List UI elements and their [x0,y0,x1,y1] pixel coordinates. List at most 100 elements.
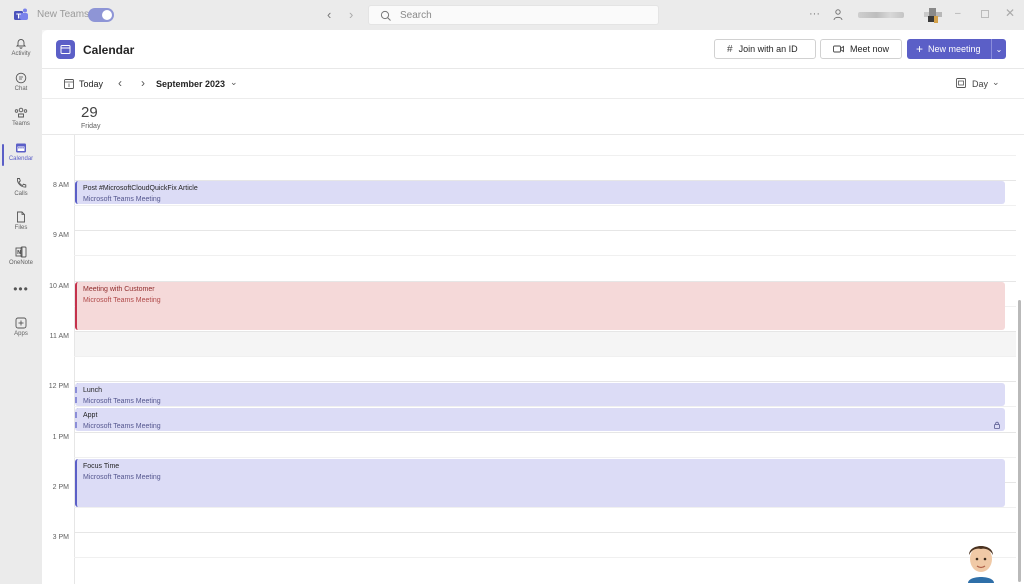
half-hour-line [74,356,1016,357]
calendar-event[interactable]: Focus Time Microsoft Teams Meeting [75,459,1005,507]
meet-now-label: Meet now [850,44,890,54]
time-label: 8 AM [53,182,69,189]
app-rail: Activity Chat Teams Calendar Calls Files… [0,30,42,584]
calendar-header: Calendar # Join with an ID Meet now + Ne… [42,30,1024,69]
time-label: 2 PM [52,484,69,491]
calendar-app-icon [56,40,75,59]
day-grid[interactable]: 8 AM 9 AM 10 AM 11 AM 12 PM 1 PM 2 PM 3 … [42,135,1024,584]
rail-label: Files [14,225,28,231]
half-hour-line [74,255,1016,256]
today-button[interactable]: Today [79,79,103,89]
teams-icon [14,107,28,118]
time-label: 10 AM [49,283,69,290]
calendar-icon [16,143,26,153]
close-button[interactable]: ✕ [1005,6,1015,20]
rail-item-files[interactable]: Files [0,207,42,241]
search-placeholder: Search [400,10,432,21]
time-label: 9 AM [53,232,69,239]
people-icon[interactable] [832,8,846,22]
forward-arrow-icon[interactable]: › [349,7,353,22]
back-arrow-icon[interactable]: ‹ [327,7,331,22]
calendar-event[interactable]: Meeting with Customer Microsoft Teams Me… [75,282,1005,330]
rail-item-onenote[interactable]: N OneNote [0,242,42,276]
minimize-button[interactable]: – [955,8,961,19]
event-title: Focus Time [83,463,120,470]
title-bar: T New Teams ‹ › Search ··· – ✕ [0,0,1024,30]
maximize-button[interactable] [981,10,989,18]
hour-line [74,331,1016,332]
rail-item-teams[interactable]: Teams [0,103,42,137]
event-title: Meeting with Customer [83,286,155,293]
join-with-id-button[interactable]: # Join with an ID [714,39,816,59]
new-meeting-dropdown[interactable]: ⌄ [991,39,1006,59]
svg-text:T: T [16,13,21,21]
event-subtitle: Microsoft Teams Meeting [83,398,161,405]
chat-icon [15,72,27,84]
search-input[interactable]: Search [368,5,659,25]
hour-line [74,381,1016,382]
join-label: Join with an ID [738,44,798,54]
rail-label: OneNote [8,260,33,266]
chevron-down-icon[interactable]: ⌄ [230,77,238,88]
teams-logo-icon: T [14,8,28,21]
time-label: 1 PM [52,434,69,441]
plus-icon: + [916,42,924,56]
meet-now-button[interactable]: Meet now [820,39,902,59]
today-icon [64,79,74,89]
calendar-event[interactable]: Post #MicrosoftCloudQuickFix Article Mic… [75,181,1005,204]
time-label: 3 PM [52,534,69,541]
day-header: 29 Friday [42,99,1024,135]
more-apps-button[interactable]: ••• [0,282,42,296]
event-subtitle: Microsoft Teams Meeting [83,196,161,203]
month-picker[interactable]: September 2023 [156,79,225,89]
calendar-toolbar: Today ‹ › September 2023 ⌄ Day ⌄ [42,69,1024,99]
onenote-icon: N [15,246,27,258]
account-name-blurred[interactable] [858,12,904,18]
time-label: 12 PM [48,383,69,390]
day-view-icon [956,78,966,88]
rail-item-activity[interactable]: Activity [0,33,42,67]
new-teams-toggle[interactable] [88,8,114,22]
rail-item-apps[interactable]: Apps [0,313,42,347]
view-selector[interactable]: Day [972,79,988,89]
new-teams-label: New Teams [37,9,90,20]
hour-line [74,432,1016,433]
rail-label: Calendar [8,156,34,162]
file-icon [17,211,25,223]
rail-label: Calls [14,191,28,197]
vertical-scrollbar[interactable] [1018,300,1021,582]
calendar-event[interactable]: Lunch Microsoft Teams Meeting [75,383,1005,406]
account-avatar-icon[interactable] [924,8,942,24]
avatar-assistant-icon[interactable] [960,535,1002,583]
chevron-down-icon[interactable]: ⌄ [992,77,1000,88]
day-name: Friday [81,123,101,130]
svg-text:N: N [17,250,21,256]
next-day-button[interactable]: › [141,76,145,90]
rail-label: Apps [14,331,28,337]
phone-icon [17,178,27,188]
busy-slot [75,332,1016,357]
event-title: Appt [83,412,98,419]
page-title: Calendar [83,43,135,57]
time-label: 11 AM [49,333,69,340]
half-hour-line [74,205,1016,206]
bell-icon [15,39,27,49]
more-options-button[interactable]: ··· [809,8,820,20]
lock-icon [994,421,1000,429]
rail-item-calls[interactable]: Calls [0,173,42,207]
half-hour-line [74,457,1016,458]
half-hour-line [74,155,1016,156]
half-hour-line [74,557,1016,558]
rail-item-calendar[interactable]: Calendar [0,138,42,172]
event-title: Lunch [83,387,103,394]
rail-label: Teams [12,121,30,127]
event-subtitle: Microsoft Teams Meeting [83,474,161,481]
calendar-event[interactable]: Appt Microsoft Teams Meeting [75,408,1005,431]
event-subtitle: Microsoft Teams Meeting [83,423,161,430]
rail-item-chat[interactable]: Chat [0,68,42,102]
hour-line [74,532,1016,533]
calendar-main: Calendar # Join with an ID Meet now + Ne… [42,30,1024,584]
previous-day-button[interactable]: ‹ [118,76,122,90]
event-title: Post #MicrosoftCloudQuickFix Article [83,185,198,192]
video-icon [833,45,844,53]
